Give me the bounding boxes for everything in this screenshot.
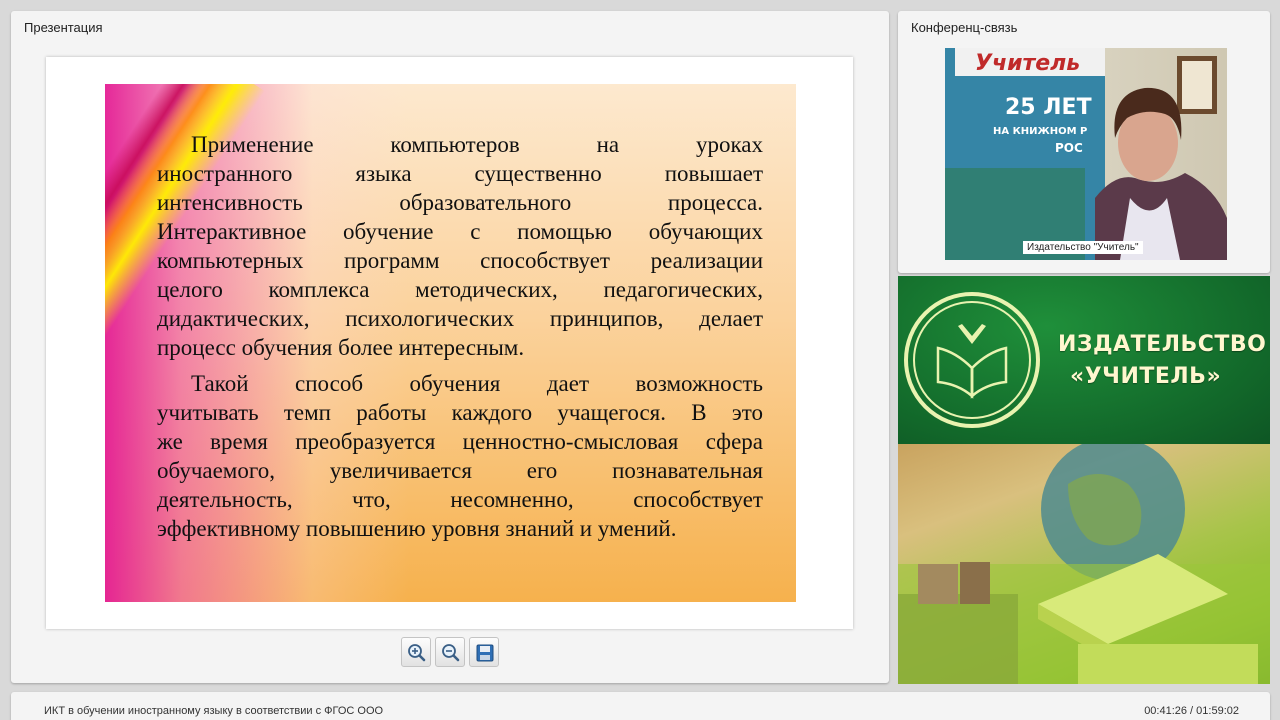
zoom-in-button[interactable]	[401, 637, 431, 667]
slide-text-line: учитывать темп работы каждого учащегося.…	[157, 400, 763, 425]
presentation-panel: Презентация Применение компьютеров на ур…	[11, 11, 889, 683]
slide-toolbar	[401, 637, 501, 669]
floppy-disk-icon	[476, 644, 494, 662]
slide-text-line: дидактических, психологических принципов…	[157, 306, 763, 331]
poster-brand-text: Учитель	[975, 51, 1080, 76]
magnifier-plus-icon	[408, 644, 426, 662]
speaker-name-label: Издательство "Учитель"	[1023, 241, 1143, 254]
conference-panel: Конференц-связь Учитель 25 ЛЕТ НА КНИЖНО…	[898, 11, 1270, 273]
poster-line3-text: РОС	[1055, 141, 1083, 155]
slide-text-line: обучаемого, увеличивается его познавател…	[157, 458, 763, 483]
conference-panel-title: Конференц-связь	[911, 20, 1018, 35]
publisher-logo-icon	[904, 292, 1040, 428]
slide-text-line: эффективному повышению уровня знаний и у…	[157, 516, 677, 541]
slide-frame: Применение компьютеров на уроках иностра…	[46, 57, 853, 629]
magnifier-minus-icon	[442, 644, 460, 662]
slide-text-line: компьютерных программ способствует реали…	[157, 248, 763, 273]
save-button[interactable]	[469, 637, 499, 667]
video-feed[interactable]: Учитель 25 ЛЕТ НА КНИЖНОМ Р РОС Издатель…	[945, 48, 1227, 260]
zoom-out-button[interactable]	[435, 637, 465, 667]
slide-text-line: же время преобразуется ценностно-смыслов…	[157, 429, 763, 454]
brand-books-image	[898, 437, 1270, 684]
playback-time: 00:41:26 / 01:59:02	[1144, 705, 1239, 717]
poster-anniversary-text: 25 ЛЕТ	[1005, 95, 1092, 120]
slide-text-line: целого комплекса методических, педагогич…	[157, 277, 763, 302]
books-and-globe-illustration	[898, 437, 1270, 684]
slide-text-line: интенсивность образовательного процесса.	[157, 190, 763, 215]
slide-text-line: деятельность, что, несомненно, способств…	[157, 487, 763, 512]
slide-text-line: Такой способ обучения дает возможность	[191, 371, 763, 396]
slide: Применение компьютеров на уроках иностра…	[105, 84, 796, 602]
slide-text-line: иностранного языка существенно повышает	[157, 161, 763, 186]
presentation-panel-title: Презентация	[24, 20, 103, 35]
speaker-video-image: Учитель 25 ЛЕТ НА КНИЖНОМ Р РОС	[945, 48, 1227, 260]
lesson-title: ИКТ в обучении иностранному языку в соот…	[44, 705, 384, 717]
brand-banner: ИЗДАТЕЛЬСТВО «УЧИТЕЛЬ»	[898, 276, 1270, 444]
publisher-brand-panel: ИЗДАТЕЛЬСТВО «УЧИТЕЛЬ»	[898, 276, 1270, 684]
brand-name-line1: ИЗДАТЕЛЬСТВО	[1058, 332, 1267, 357]
poster-line2-text: НА КНИЖНОМ Р	[993, 126, 1087, 137]
brand-name-line2: «УЧИТЕЛЬ»	[1070, 364, 1222, 389]
slide-text-line: процесс обучения более интересным.	[157, 335, 525, 360]
slide-text-line: Интерактивное обучение с помощью обучающ…	[157, 219, 763, 244]
status-bar: ИКТ в обучении иностранному языку в соот…	[11, 692, 1270, 720]
slide-text-line: Применение компьютеров на уроках	[191, 132, 763, 157]
